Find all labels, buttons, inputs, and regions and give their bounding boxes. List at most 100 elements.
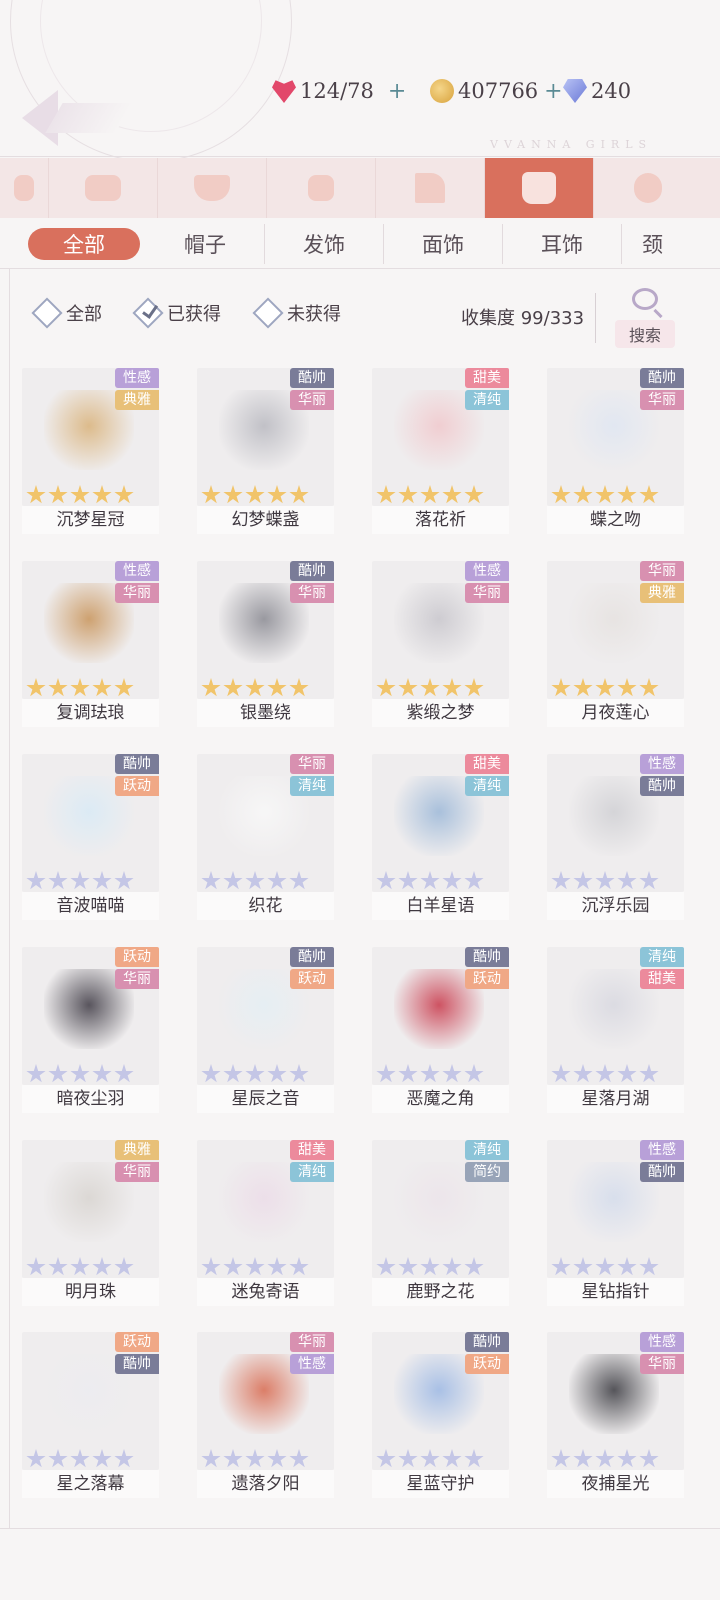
star-icon [26,678,46,697]
filter-not-owned-label: 未获得 [287,304,341,325]
star-icon [464,1449,484,1468]
style-tag: 性感 [640,754,684,774]
item-card[interactable]: 跃动 酷帅 星之落幕 [22,1332,159,1498]
back-button[interactable] [22,88,142,148]
style-tag: 清纯 [465,390,509,410]
style-tag: 华丽 [640,1354,684,1374]
rarity-stars [26,1064,134,1084]
style-tag: 甜美 [465,754,509,774]
item-card[interactable]: 甜美 清纯 迷兔寄语 [197,1140,334,1306]
item-card[interactable]: 跃动 华丽 暗夜尘羽 [22,947,159,1113]
style-tag: 酷帅 [115,754,159,774]
category-tab-ribbon[interactable] [0,158,49,218]
category-tab-shoes[interactable] [376,158,485,218]
star-icon [595,678,615,697]
item-card[interactable]: 华丽 清纯 织花 [197,754,334,920]
item-name: 织花 [197,892,334,920]
item-card[interactable]: 清纯 甜美 星落月湖 [547,947,684,1113]
star-icon [267,485,287,504]
style-tag: 清纯 [640,947,684,967]
item-card[interactable]: 酷帅 华丽 银墨绕 [197,561,334,727]
category-tab-skirt[interactable] [158,158,267,218]
item-card[interactable]: 清纯 简约 鹿野之花 [372,1140,509,1306]
rarity-stars [201,871,309,891]
category-tab-socks[interactable] [267,158,376,218]
item-name: 蝶之吻 [547,506,684,534]
item-card[interactable]: 酷帅 跃动 恶魔之角 [372,947,509,1113]
subtab-earrings[interactable]: 耳饰 [503,224,622,264]
item-card[interactable]: 典雅 华丽 明月珠 [22,1140,159,1306]
item-name: 落花祈 [372,506,509,534]
rarity-stars [201,678,309,698]
category-tab-gloves[interactable] [594,158,702,218]
rarity-stars [551,871,659,891]
item-card[interactable]: 酷帅 跃动 音波喵喵 [22,754,159,920]
rarity-stars [26,1449,134,1469]
star-icon [551,1449,571,1468]
star-icon [26,871,46,890]
style-tag: 酷帅 [465,1332,509,1352]
star-icon [595,485,615,504]
star-icon [376,1064,396,1083]
star-icon [267,871,287,890]
subtab-face-accessories[interactable]: 面饰 [384,224,503,264]
star-icon [639,485,659,504]
item-thumbnail: 跃动 酷帅 [22,1332,159,1470]
item-name: 沉梦星冠 [22,506,159,534]
search-button[interactable]: 搜索 [615,288,675,348]
item-card[interactable]: 性感 华丽 夜捕星光 [547,1332,684,1498]
style-tag: 跃动 [290,969,334,989]
category-tab-accessories[interactable] [485,158,594,218]
rarity-stars [201,485,309,505]
star-icon [573,1257,593,1276]
rarity-stars [551,485,659,505]
item-card[interactable]: 性感 华丽 复调珐琅 [22,561,159,727]
star-icon [595,1257,615,1276]
category-tab-top[interactable] [49,158,158,218]
star-icon [289,1257,309,1276]
star-icon [26,1449,46,1468]
item-card[interactable]: 性感 酷帅 星钻指针 [547,1140,684,1306]
item-card[interactable]: 酷帅 跃动 星蓝守护 [372,1332,509,1498]
star-icon [92,1449,112,1468]
filter-all-label: 全部 [66,304,102,325]
heart-icon [272,80,296,103]
style-tag: 酷帅 [290,368,334,388]
item-thumbnail: 华丽 典雅 [547,561,684,699]
rarity-stars [376,1257,484,1277]
star-icon [398,678,418,697]
rarity-stars [551,1449,659,1469]
star-icon [420,1449,440,1468]
item-thumbnail: 性感 华丽 [372,561,509,699]
item-card[interactable]: 酷帅 华丽 蝶之吻 [547,368,684,534]
subtab-necklaces[interactable]: 颈 [622,224,702,264]
filter-not-owned[interactable]: 未获得 [252,297,341,329]
subtab-hair-accessories[interactable]: 发饰 [265,224,384,264]
item-card[interactable]: 甜美 清纯 白羊星语 [372,754,509,920]
star-icon [92,485,112,504]
item-card[interactable]: 性感 典雅 沉梦星冠 [22,368,159,534]
subtab-all[interactable]: 全部 [28,228,140,260]
item-card[interactable]: 性感 酷帅 沉浮乐园 [547,754,684,920]
item-thumbnail: 酷帅 跃动 [372,1332,509,1470]
star-icon [223,871,243,890]
item-card[interactable]: 性感 华丽 紫缎之梦 [372,561,509,727]
item-card[interactable]: 甜美 清纯 落花祈 [372,368,509,534]
item-thumbnail: 性感 酷帅 [547,754,684,892]
rarity-stars [201,1449,309,1469]
star-icon [595,871,615,890]
collection-progress: 收集度 99/333 [461,304,584,330]
item-card[interactable]: 酷帅 华丽 幻梦蝶盏 [197,368,334,534]
item-card[interactable]: 酷帅 跃动 星辰之音 [197,947,334,1113]
add-stamina-icon[interactable]: + [388,79,406,104]
filter-all[interactable]: 全部 [31,297,102,329]
star-icon [639,678,659,697]
filter-owned[interactable]: 已获得 [132,297,221,329]
item-card[interactable]: 华丽 性感 遗落夕阳 [197,1332,334,1498]
add-gold-icon[interactable]: + [544,79,562,104]
subtab-hats[interactable]: 帽子 [146,224,265,264]
star-icon [442,1449,462,1468]
star-icon [201,1449,221,1468]
item-card[interactable]: 华丽 典雅 月夜莲心 [547,561,684,727]
item-name: 紫缎之梦 [372,699,509,727]
